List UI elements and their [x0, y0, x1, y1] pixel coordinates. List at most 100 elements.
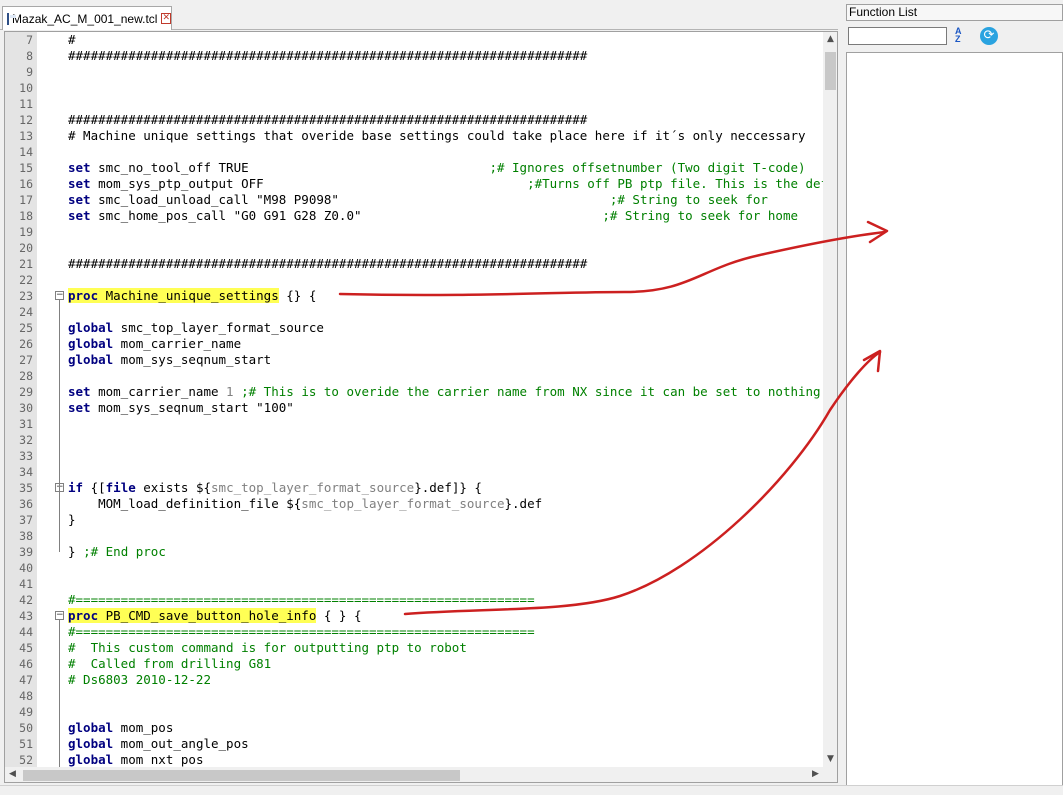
code-line[interactable]: 47 # Ds6803 2010-12-22 — [5, 672, 823, 688]
line-number: 22 — [19, 273, 33, 287]
code-line[interactable]: 46 # Called from drilling G81 — [5, 656, 823, 672]
scroll-left-icon[interactable]: ◀ — [5, 767, 20, 782]
function-list-title: Function List — [846, 4, 1063, 21]
code-line[interactable]: 43 proc PB_CMD_save_button_hole_info { } … — [5, 608, 823, 624]
code-text: set smc_home_pos_call "G0 G91 G28 Z0.0" … — [68, 208, 798, 224]
code-line[interactable]: 22 — [5, 272, 823, 288]
fold-toggle-icon[interactable]: − — [55, 291, 64, 300]
scroll-right-icon[interactable]: ▶ — [808, 767, 823, 782]
horizontal-scrollbar[interactable]: ◀ ▶ — [5, 767, 823, 782]
code-line[interactable]: 37} — [5, 512, 823, 528]
line-number: 27 — [19, 353, 33, 367]
code-line[interactable]: 16 set mom_sys_ptp_output OFF ;#Turns off… — [5, 176, 823, 192]
code-line[interactable]: 40 — [5, 560, 823, 576]
code-line[interactable]: 19 — [5, 224, 823, 240]
code-line[interactable]: 44 #=====================================… — [5, 624, 823, 640]
code-line[interactable]: 36 MOM_load_definition_file ${smc_top_la… — [5, 496, 823, 512]
code-line[interactable]: 7 # — [5, 32, 823, 48]
code-line[interactable]: 49 — [5, 704, 823, 720]
code-line[interactable]: 39} ;# End proc — [5, 544, 823, 560]
code-text: set mom_sys_ptp_output OFF ;#Turns off P… — [68, 176, 823, 192]
code-line[interactable]: 9 — [5, 64, 823, 80]
code-line[interactable]: 11 — [5, 96, 823, 112]
code-line[interactable]: 10 — [5, 80, 823, 96]
scroll-up-icon[interactable]: ▲ — [823, 32, 837, 47]
line-number: 40 — [19, 561, 33, 575]
code-token: mom_pos — [113, 720, 174, 735]
code-line[interactable]: 41 — [5, 576, 823, 592]
code-line[interactable]: 20 — [5, 240, 823, 256]
code-line[interactable]: 52 global mom nxt pos — [5, 752, 823, 767]
code-token: Machine_unique_settings — [98, 288, 279, 303]
code-line[interactable]: 23 proc Machine_unique_settings {} { — [5, 288, 823, 304]
code-text: } — [68, 512, 76, 528]
code-line[interactable]: 48 — [5, 688, 823, 704]
code-line[interactable]: 8 #######################################… — [5, 48, 823, 64]
code-line[interactable]: 34 — [5, 464, 823, 480]
code-token: ;# This is to overide the carrier name f… — [241, 384, 821, 399]
code-line[interactable]: 28 — [5, 368, 823, 384]
fold-guide — [59, 620, 60, 767]
line-number: 12 — [19, 113, 33, 127]
code-line[interactable]: 29 set mom_carrier_name 1 ;# This is to o… — [5, 384, 823, 400]
file-tab[interactable]: Mazak_AC_M_001_new.tcl ✕ — [2, 6, 172, 30]
line-number: 17 — [19, 193, 33, 207]
vertical-scroll-thumb[interactable] — [825, 52, 836, 90]
code-line[interactable]: 26 global mom_carrier_name — [5, 336, 823, 352]
code-token: # This custom command is for outputting … — [68, 640, 467, 655]
code-line[interactable]: 50 global mom_pos — [5, 720, 823, 736]
vertical-scrollbar[interactable]: ▲ ▼ — [823, 32, 837, 767]
code-editor[interactable]: 7 #8 #####################################… — [4, 31, 838, 783]
line-number: 30 — [19, 401, 33, 415]
code-line[interactable]: 17 set smc_load_unload_call "M98 P9098" ;… — [5, 192, 823, 208]
code-line[interactable]: 25 global smc_top_layer_format_source — [5, 320, 823, 336]
code-line[interactable]: 38 — [5, 528, 823, 544]
code-token: global — [68, 352, 114, 367]
code-token: # Called from drilling G81 — [68, 656, 272, 671]
horizontal-scroll-thumb[interactable] — [23, 770, 460, 781]
code-token: file — [105, 480, 136, 495]
line-number: 10 — [19, 81, 33, 95]
code-line[interactable]: 13 # Machine unique settings that overide… — [5, 128, 823, 144]
function-list-search-input[interactable] — [848, 27, 947, 45]
code-text: global smc_top_layer_format_source — [68, 320, 324, 336]
code-token: ;# Ignores offsetnumber (Two digit T-cod… — [489, 160, 806, 175]
tab-bar: Mazak_AC_M_001_new.tcl ✕ — [0, 0, 838, 30]
code-line[interactable]: 32 — [5, 432, 823, 448]
code-text: #=======================================… — [68, 592, 535, 608]
code-lines[interactable]: 7 #8 #####################################… — [5, 32, 823, 767]
code-line[interactable]: 35 if {[file exists ${smc_top_layer_forma… — [5, 480, 823, 496]
code-token: MOM_load_definition_file ${ — [68, 496, 302, 511]
code-token: proc — [68, 288, 99, 303]
code-line[interactable]: 14 — [5, 144, 823, 160]
close-tab-icon[interactable]: ✕ — [161, 13, 171, 24]
code-line[interactable]: 45 # This custom command is for outputtin… — [5, 640, 823, 656]
line-number: 25 — [19, 321, 33, 335]
line-number: 14 — [19, 145, 33, 159]
code-line[interactable]: 27 global mom_sys_seqnum_start — [5, 352, 823, 368]
code-line[interactable]: 30 set mom_sys_seqnum_start "100" — [5, 400, 823, 416]
code-line[interactable]: 31 — [5, 416, 823, 432]
code-line[interactable]: 42 #=====================================… — [5, 592, 823, 608]
code-line[interactable]: 24 — [5, 304, 823, 320]
fold-toggle-icon[interactable]: − — [55, 611, 64, 620]
line-number: 8 — [26, 49, 33, 63]
code-token: smc_no_tool_off TRUE — [90, 160, 490, 175]
code-token: global — [68, 336, 114, 351]
code-text: #=======================================… — [68, 624, 535, 640]
sort-az-icon[interactable]: A Z — [955, 27, 971, 45]
scroll-down-icon[interactable]: ▼ — [823, 752, 837, 767]
code-line[interactable]: 12 ######################################… — [5, 112, 823, 128]
code-line[interactable]: 21 ######################################… — [5, 256, 823, 272]
line-number: 7 — [26, 33, 33, 47]
function-list-tree[interactable] — [846, 52, 1063, 787]
code-line[interactable]: 33 — [5, 448, 823, 464]
code-line[interactable]: 51 global mom_out_angle_pos — [5, 736, 823, 752]
function-list-panel: Function List A Z ⟳ — [843, 0, 1063, 787]
code-text: set mom_sys_seqnum_start "100" — [68, 400, 294, 416]
code-line[interactable]: 15 set smc_no_tool_off TRUE ;# Ignores of… — [5, 160, 823, 176]
line-number: 9 — [26, 65, 33, 79]
refresh-icon[interactable]: ⟳ — [980, 27, 998, 45]
code-text: # Called from drilling G81 — [68, 656, 271, 672]
code-line[interactable]: 18 set smc_home_pos_call "G0 G91 G28 Z0.0… — [5, 208, 823, 224]
